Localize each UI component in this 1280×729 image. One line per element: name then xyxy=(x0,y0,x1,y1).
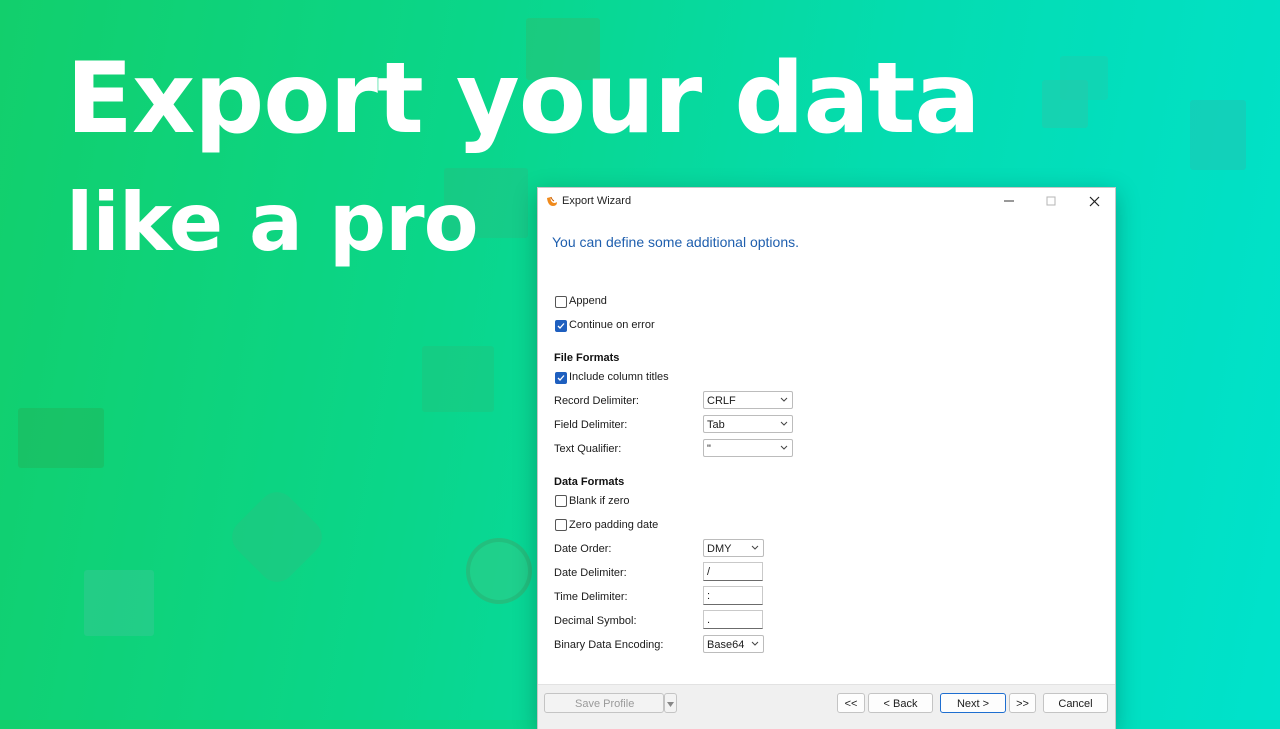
date-delimiter-label: Date Delimiter: xyxy=(554,567,627,579)
decimal-symbol-label: Decimal Symbol: xyxy=(554,615,637,627)
append-checkbox[interactable] xyxy=(555,296,567,308)
blank-if-zero-checkbox[interactable] xyxy=(555,495,567,507)
checkmark-icon xyxy=(557,323,565,329)
next-button[interactable]: Next > xyxy=(940,693,1006,713)
date-delimiter-input[interactable]: / xyxy=(703,562,763,581)
maximize-button[interactable] xyxy=(1030,188,1072,214)
close-button[interactable] xyxy=(1073,188,1115,214)
app-logo-icon xyxy=(546,195,558,207)
hero-headline-line1: Export your data xyxy=(66,42,981,156)
time-delimiter-label: Time Delimiter: xyxy=(554,591,628,603)
bg-deco-grid-bottom-left xyxy=(84,570,154,636)
chevron-down-icon xyxy=(751,641,759,646)
binary-encoding-select[interactable]: Base64 xyxy=(703,635,764,653)
checkmark-icon xyxy=(557,375,565,381)
title-bar: Export Wizard xyxy=(538,188,1115,214)
last-page-button[interactable]: >> xyxy=(1009,693,1036,713)
bg-deco-clock xyxy=(466,538,532,604)
binary-encoding-value: Base64 xyxy=(707,639,745,651)
include-column-titles-label: Include column titles xyxy=(569,371,669,383)
back-button[interactable]: < Back xyxy=(868,693,933,713)
date-order-value: DMY xyxy=(707,543,732,555)
date-order-label: Date Order: xyxy=(554,543,612,555)
field-delimiter-label: Field Delimiter: xyxy=(554,419,628,431)
save-profile-label: Save Profile xyxy=(575,698,635,710)
blank-if-zero-label: Blank if zero xyxy=(569,495,630,507)
wizard-footer: Save Profile << < Back Next > >> Cancel xyxy=(538,684,1115,729)
text-qualifier-value: " xyxy=(707,443,711,455)
date-delimiter-value: / xyxy=(707,566,711,578)
maximize-icon xyxy=(1046,196,1056,206)
first-page-button[interactable]: << xyxy=(837,693,865,713)
record-delimiter-label: Record Delimiter: xyxy=(554,395,639,407)
record-delimiter-select[interactable]: CRLF xyxy=(703,391,793,409)
cancel-button[interactable]: Cancel xyxy=(1043,693,1108,713)
zero-padding-date-label: Zero padding date xyxy=(569,519,659,531)
binary-encoding-label: Binary Data Encoding: xyxy=(554,639,664,651)
time-delimiter-input[interactable]: : xyxy=(703,586,763,605)
chevron-down-icon xyxy=(780,397,788,402)
bg-deco-calendar-top-right-2 xyxy=(1060,56,1108,100)
export-wizard-window: Export Wizard You can define some additi… xyxy=(537,187,1116,729)
chevron-down-icon xyxy=(780,445,788,450)
file-formats-section-title: File Formats xyxy=(554,352,620,364)
include-column-titles-checkbox[interactable] xyxy=(555,372,567,384)
chevron-down-icon xyxy=(751,545,759,550)
window-title: Export Wizard xyxy=(562,195,632,207)
wizard-heading: You can define some additional options. xyxy=(552,234,799,250)
zero-padding-date-checkbox[interactable] xyxy=(555,519,567,531)
text-qualifier-select[interactable]: " xyxy=(703,439,793,457)
data-formats-section-title: Data Formats xyxy=(554,476,625,488)
field-delimiter-select[interactable]: Tab xyxy=(703,415,793,433)
time-delimiter-value: : xyxy=(707,590,711,602)
bg-deco-hexagon xyxy=(224,484,330,590)
bg-deco-window-right xyxy=(1190,100,1246,170)
chevron-down-icon xyxy=(780,421,788,426)
bg-deco-table-left xyxy=(18,408,104,468)
caret-down-icon xyxy=(667,702,674,707)
continue-on-error-label: Continue on error xyxy=(569,319,655,331)
record-delimiter-value: CRLF xyxy=(707,395,736,407)
save-profile-button[interactable]: Save Profile xyxy=(544,693,664,713)
append-label: Append xyxy=(569,295,607,307)
date-order-select[interactable]: DMY xyxy=(703,539,764,557)
decimal-symbol-input[interactable]: . xyxy=(703,610,763,629)
save-profile-dropdown[interactable] xyxy=(664,693,677,713)
field-delimiter-value: Tab xyxy=(707,419,725,431)
minimize-button[interactable] xyxy=(988,188,1030,214)
close-icon xyxy=(1089,196,1099,206)
bg-deco-calendar-mid xyxy=(422,346,494,412)
hero-headline-line2: like a pro xyxy=(66,176,479,269)
text-qualifier-label: Text Qualifier: xyxy=(554,443,622,455)
minimize-icon xyxy=(1004,200,1014,202)
continue-on-error-checkbox[interactable] xyxy=(555,320,567,332)
decimal-symbol-value: . xyxy=(707,614,711,626)
